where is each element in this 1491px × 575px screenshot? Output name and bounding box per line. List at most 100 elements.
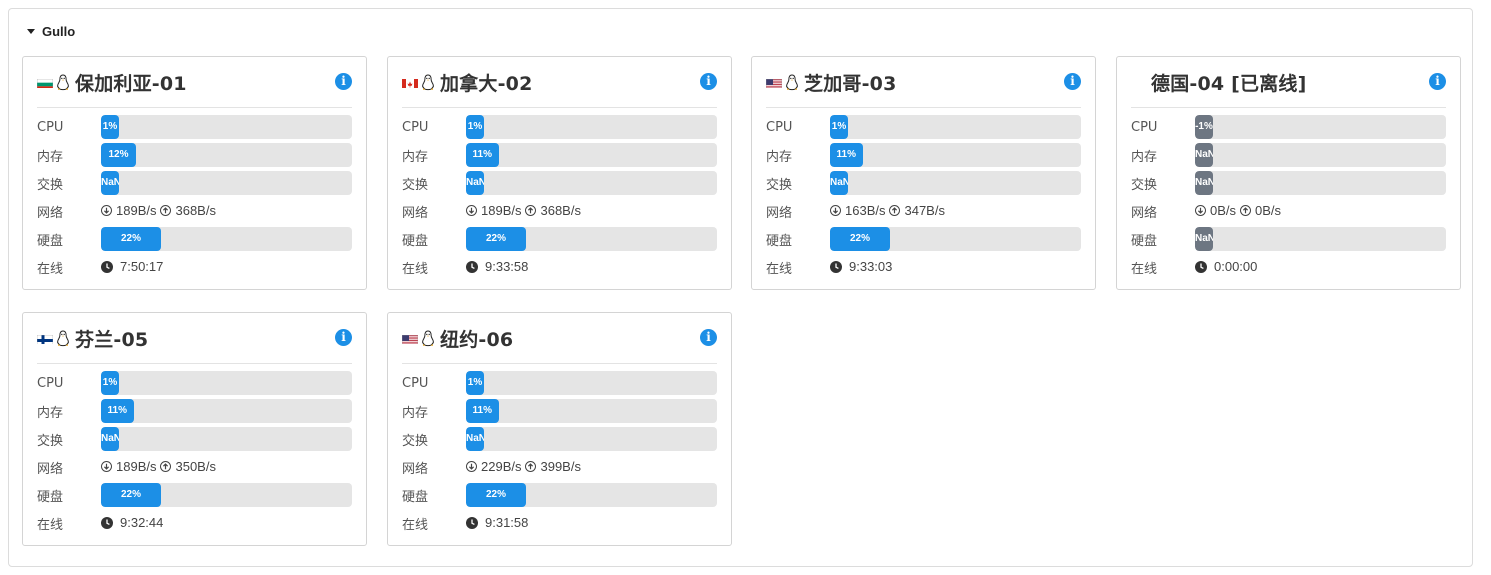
swap-row: 交换 NaN%	[402, 427, 717, 451]
uptime-label: 在线	[37, 517, 64, 533]
arrow-up-icon	[160, 205, 172, 216]
disk-bar: 22%	[830, 227, 1081, 251]
swap-label: 交换	[37, 433, 64, 449]
cpu-label: CPU	[1131, 119, 1158, 135]
uptime-label: 在线	[1131, 261, 1158, 277]
cpu-bar-fill: 1%	[466, 371, 484, 395]
linux-penguin-icon	[56, 73, 70, 91]
arrow-up-icon	[525, 461, 537, 472]
server-card[interactable]: 加拿大-02 i CPU 1% 内存 11% 交换 NaN% 网络	[387, 56, 732, 290]
info-icon[interactable]: i	[700, 73, 717, 90]
net-up-value: 0B/s	[1255, 203, 1282, 218]
net-up-value: 368B/s	[540, 203, 581, 218]
swap-label: 交换	[402, 177, 429, 193]
flag-fi-icon	[37, 333, 53, 344]
uptime-value: 9:32:44	[120, 515, 164, 530]
card-header: 芬兰-05 i	[37, 325, 352, 351]
disk-bar: 22%	[101, 227, 352, 251]
linux-penguin-icon	[56, 329, 70, 347]
cpu-bar: 1%	[101, 115, 352, 139]
disk-label: 硬盘	[402, 233, 429, 249]
cpu-row: CPU 1%	[766, 115, 1081, 139]
swap-row: 交换 NaN%	[766, 171, 1081, 195]
cpu-bar-fill: 1%	[101, 115, 119, 139]
net-down-value: 229B/s	[481, 459, 522, 474]
cpu-label: CPU	[402, 119, 429, 135]
net-row: 网络 189B/s 350B/s	[37, 455, 352, 479]
info-icon[interactable]: i	[1429, 73, 1446, 90]
mem-label: 内存	[766, 149, 793, 165]
server-name: 保加利亚-01	[75, 72, 187, 95]
swap-bar-fill: NaN%	[1195, 171, 1213, 195]
server-name: 德国-04 [已离线]	[1151, 72, 1307, 95]
disk-label: 硬盘	[766, 233, 793, 249]
cpu-row: CPU 1%	[37, 115, 352, 139]
mem-bar-fill: NaN%	[1195, 143, 1213, 167]
swap-bar: NaN%	[466, 171, 717, 195]
disk-row: 硬盘 22%	[766, 227, 1081, 251]
divider	[37, 363, 352, 364]
divider	[766, 107, 1081, 108]
caret-down-icon	[27, 28, 35, 34]
card-header: 芝加哥-03 i	[766, 69, 1081, 95]
disk-bar-fill: 22%	[830, 227, 890, 251]
cpu-label: CPU	[402, 375, 429, 391]
flag-us-icon	[766, 77, 782, 88]
arrow-down-icon	[101, 461, 112, 472]
server-card[interactable]: 保加利亚-01 i CPU 1% 内存 12% 交换 NaN% 网络	[22, 56, 367, 290]
info-icon[interactable]: i	[335, 329, 352, 346]
card-header: 德国-04 [已离线] i	[1131, 69, 1446, 95]
mem-row: 内存 11%	[402, 143, 717, 167]
arrow-up-icon	[160, 461, 172, 472]
clock-icon	[101, 260, 113, 273]
mem-bar: 12%	[101, 143, 352, 167]
uptime-row: 在线 9:33:03	[766, 255, 1081, 279]
swap-bar-fill: NaN%	[466, 427, 484, 451]
cpu-bar-fill: 1%	[466, 115, 484, 139]
cpu-label: CPU	[766, 119, 793, 135]
card-header: 保加利亚-01 i	[37, 69, 352, 95]
disk-bar: 22%	[466, 483, 717, 507]
server-card[interactable]: 德国-04 [已离线] i CPU -1% 内存 NaN% 交换 NaN% 网络	[1116, 56, 1461, 290]
disk-row: 硬盘 22%	[402, 227, 717, 251]
divider	[402, 363, 717, 364]
swap-bar-fill: NaN%	[101, 427, 119, 451]
swap-bar: NaN%	[101, 171, 352, 195]
mem-label: 内存	[402, 405, 429, 421]
mem-row: 内存 11%	[402, 399, 717, 423]
uptime-row: 在线 7:50:17	[37, 255, 352, 279]
uptime-value: 9:33:03	[849, 259, 893, 274]
cpu-row: CPU 1%	[402, 371, 717, 395]
cpu-row: CPU 1%	[402, 115, 717, 139]
info-icon[interactable]: i	[335, 73, 352, 90]
uptime-label: 在线	[766, 261, 793, 277]
swap-bar: NaN%	[466, 427, 717, 451]
mem-label: 内存	[402, 149, 429, 165]
swap-row: 交换 NaN%	[37, 427, 352, 451]
mem-row: 内存 11%	[37, 399, 352, 423]
net-row: 网络 189B/s 368B/s	[37, 199, 352, 223]
disk-bar-fill: 22%	[101, 227, 161, 251]
server-name: 芝加哥-03	[804, 72, 897, 95]
cpu-bar: 1%	[466, 371, 717, 395]
server-card[interactable]: 芝加哥-03 i CPU 1% 内存 11% 交换 NaN% 网络	[751, 56, 1096, 290]
swap-row: 交换 NaN%	[37, 171, 352, 195]
disk-bar-fill: 22%	[466, 227, 526, 251]
info-icon[interactable]: i	[700, 329, 717, 346]
net-down-value: 0B/s	[1210, 203, 1237, 218]
info-icon[interactable]: i	[1064, 73, 1081, 90]
disk-row: 硬盘 NaN%	[1131, 227, 1446, 251]
uptime-row: 在线 9:33:58	[402, 255, 717, 279]
net-label: 网络	[1131, 205, 1158, 221]
cpu-label: CPU	[37, 119, 64, 135]
net-down-value: 163B/s	[845, 203, 886, 218]
clock-icon	[830, 260, 842, 273]
server-card[interactable]: 芬兰-05 i CPU 1% 内存 11% 交换 NaN% 网络	[22, 312, 367, 546]
server-card[interactable]: 纽约-06 i CPU 1% 内存 11% 交换 NaN% 网络	[387, 312, 732, 546]
group-toggle[interactable]: Gullo	[27, 22, 75, 40]
net-up-value: 347B/s	[904, 203, 945, 218]
disk-bar-fill: NaN%	[1195, 227, 1213, 251]
mem-row: 内存 NaN%	[1131, 143, 1446, 167]
server-name: 纽约-06	[440, 328, 514, 351]
uptime-value: 9:31:58	[485, 515, 529, 530]
